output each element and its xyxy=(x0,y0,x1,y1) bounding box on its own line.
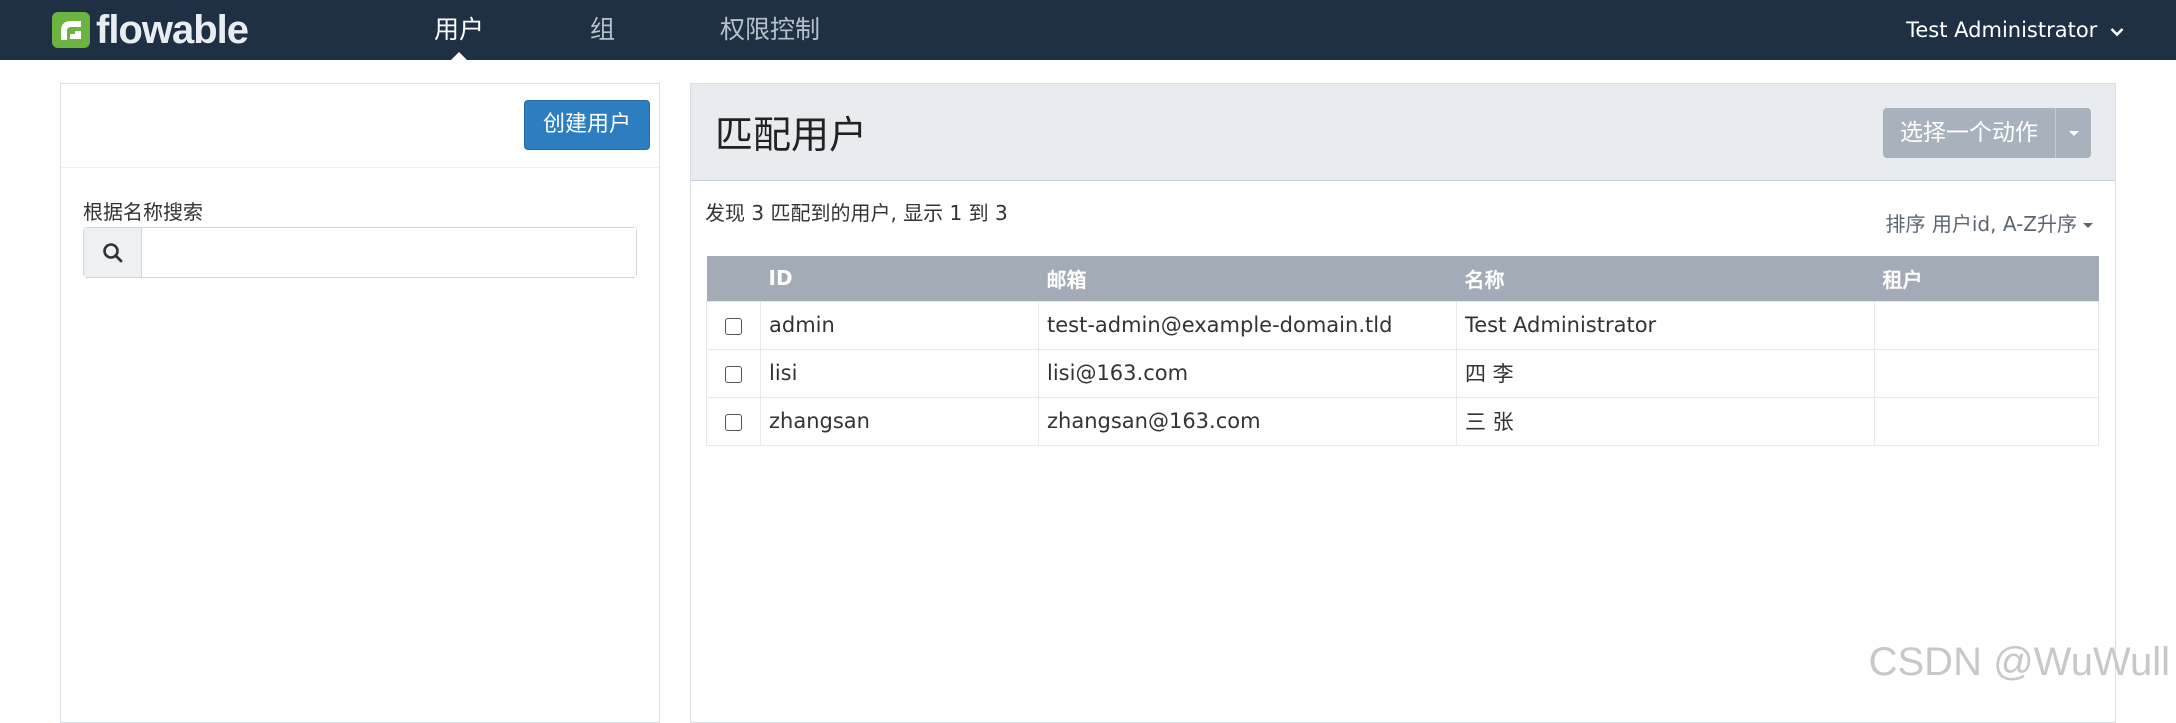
cell-email: zhangsan@163.com xyxy=(1038,396,1457,446)
action-dropdown-toggle[interactable] xyxy=(2055,108,2091,158)
search-icon xyxy=(84,228,142,277)
cell-email: test-admin@example-domain.tld xyxy=(1038,300,1457,350)
left-panel-toolbar: 创建用户 xyxy=(61,84,659,168)
cell-id: zhangsan xyxy=(760,396,1039,446)
user-search-panel: 创建用户 根据名称搜索 xyxy=(60,83,660,723)
search-input-group xyxy=(83,227,637,278)
nav-tab-users[interactable]: 用户 xyxy=(434,0,485,61)
watermark-text: CSDN @WuWull xyxy=(1868,640,2170,684)
users-table: ID 邮箱 名称 租户 admin test-admin@example-dom… xyxy=(706,256,2099,446)
column-header-id[interactable]: ID xyxy=(760,256,1039,301)
matching-users-header: 匹配用户 选择一个动作 xyxy=(691,84,2115,181)
cell-name: Test Administrator xyxy=(1456,300,1875,350)
table-row[interactable]: admin test-admin@example-domain.tld Test… xyxy=(706,300,2099,350)
nav-tab-users-label: 用户 xyxy=(434,15,485,44)
nav-tab-privileges[interactable]: 权限控制 xyxy=(720,0,820,60)
nav-tab-groups[interactable]: 组 xyxy=(590,0,615,60)
row-select-cell xyxy=(706,300,761,350)
search-by-name-label: 根据名称搜索 xyxy=(83,200,203,224)
brand-name: flowable xyxy=(96,7,249,52)
flowable-logo-icon xyxy=(52,12,90,48)
column-header-email[interactable]: 邮箱 xyxy=(1038,256,1457,301)
sort-label: 排序 用户id, A-Z升序 xyxy=(1885,212,2077,236)
active-tab-indicator xyxy=(450,52,468,61)
nav-tab-groups-label: 组 xyxy=(590,15,616,44)
page-title: 匹配用户 xyxy=(715,113,868,157)
row-checkbox[interactable] xyxy=(725,413,742,431)
cell-tenant xyxy=(1874,300,2099,350)
flowable-logo[interactable]: flowable xyxy=(52,7,249,52)
row-checkbox[interactable] xyxy=(725,317,742,335)
table-row[interactable]: zhangsan zhangsan@163.com 三 张 xyxy=(706,396,2099,446)
matching-users-panel: 匹配用户 选择一个动作 发现 3 匹配到的用户, 显示 1 到 3 排序 用户i… xyxy=(690,83,2116,723)
top-navbar: flowable 用户 组 权限控制 Test Administrator xyxy=(0,0,2176,61)
create-user-button[interactable]: 创建用户 xyxy=(524,100,650,150)
user-menu-name: Test Administrator xyxy=(1906,18,2098,42)
sort-dropdown[interactable]: 排序 用户id, A-Z升序 xyxy=(1886,208,2093,237)
caret-down-icon xyxy=(2083,223,2093,228)
row-select-cell xyxy=(706,348,761,398)
user-menu-dropdown[interactable]: Test Administrator xyxy=(1906,0,2124,60)
cell-name: 三 张 xyxy=(1456,396,1875,446)
cell-name: 四 李 xyxy=(1456,348,1875,398)
column-header-tenant[interactable]: 租户 xyxy=(1874,256,2099,301)
cell-email: lisi@163.com xyxy=(1038,348,1457,398)
row-select-cell xyxy=(706,396,761,446)
select-action-button[interactable]: 选择一个动作 xyxy=(1883,108,2055,158)
chevron-down-icon xyxy=(2110,25,2124,41)
action-split-button: 选择一个动作 xyxy=(1883,108,2091,158)
select-column-header xyxy=(706,256,761,301)
column-header-name[interactable]: 名称 xyxy=(1456,256,1875,301)
table-header-row: ID 邮箱 名称 租户 xyxy=(706,256,2099,301)
caret-down-icon xyxy=(2068,130,2079,136)
search-input[interactable] xyxy=(142,228,636,277)
cell-tenant xyxy=(1874,396,2099,446)
table-row[interactable]: lisi lisi@163.com 四 李 xyxy=(706,348,2099,398)
cell-id: admin xyxy=(760,300,1039,350)
row-checkbox[interactable] xyxy=(725,365,742,383)
nav-tab-privileges-label: 权限控制 xyxy=(720,15,821,44)
cell-tenant xyxy=(1874,348,2099,398)
results-summary: 发现 3 匹配到的用户, 显示 1 到 3 xyxy=(705,201,1008,225)
cell-id: lisi xyxy=(760,348,1039,398)
